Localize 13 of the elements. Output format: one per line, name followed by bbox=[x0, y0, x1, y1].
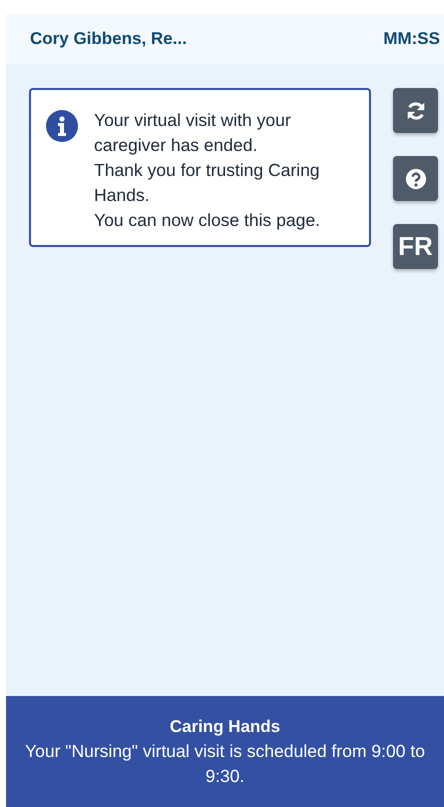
help-button[interactable] bbox=[393, 156, 438, 201]
info-icon bbox=[46, 110, 78, 142]
footer-title: Caring Hands bbox=[168, 716, 282, 738]
caller-name: Cory Gibbens, Re... bbox=[30, 29, 187, 49]
help-icon bbox=[404, 168, 426, 190]
language-button[interactable]: FR bbox=[393, 224, 438, 269]
message-text: Your virtual visit with your caregiver has ended. bbox=[94, 109, 292, 157]
refresh-button[interactable] bbox=[393, 88, 438, 133]
schedule-text: Your "Nursing" virtual visit is scheduled from 9:00 to 9:30. bbox=[24, 740, 426, 788]
message-text: You can now close this page. bbox=[94, 209, 322, 232]
call-timer: MM:SS bbox=[383, 29, 440, 49]
refresh-icon bbox=[404, 100, 426, 122]
message-text: Thank you for trusting Caring Hands. bbox=[94, 159, 321, 207]
